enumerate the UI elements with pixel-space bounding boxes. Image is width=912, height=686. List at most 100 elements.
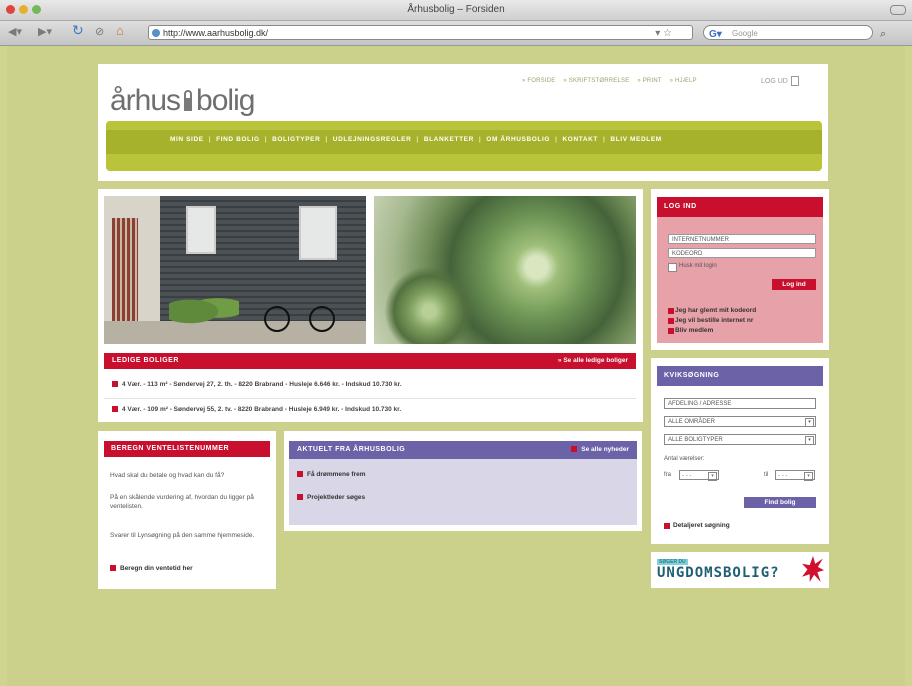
area-value: ALLE OMRÅDER xyxy=(668,419,716,425)
rooms-to-value: - - - xyxy=(778,473,788,479)
top-link-help[interactable]: » HJÆLP xyxy=(670,78,697,84)
logo-text-left: århus xyxy=(110,84,181,117)
bullet-icon xyxy=(112,381,118,388)
featured-section: LEDIGE BOLIGER » Se alle ledige boliger … xyxy=(98,189,643,422)
nav-rules[interactable]: UDLEJNINGSREGLER xyxy=(333,136,412,143)
see-all-news-link[interactable]: Se alle nyheder xyxy=(571,446,629,453)
find-home-button[interactable]: Find bolig xyxy=(744,497,816,508)
type-select[interactable]: ALLE BOLIGTYPER ▾ xyxy=(664,434,816,445)
top-link-home[interactable]: » FORSIDE xyxy=(522,78,555,84)
login-button[interactable]: Log ind xyxy=(772,279,816,290)
nav-forms[interactable]: BLANKETTER xyxy=(424,136,474,143)
url-bar[interactable]: http://www.aarhusbolig.dk/ ▾ ☆ xyxy=(148,25,693,40)
become-member-link[interactable]: Bliv medlem xyxy=(675,327,713,334)
listing-text: 4 Vær. - 109 m² - Søndervej 55, 2. tv. -… xyxy=(122,406,402,413)
bookmark-star-icon[interactable]: ▾ ☆ xyxy=(655,26,672,41)
area-select[interactable]: ALLE OMRÅDER ▾ xyxy=(664,416,816,427)
forgot-password-link[interactable]: Jeg har glemt mit kodeord xyxy=(675,307,756,314)
top-link-print[interactable]: » PRINT xyxy=(637,78,661,84)
address-field[interactable]: AFDELING / ADRESSE xyxy=(664,398,816,409)
globe-icon xyxy=(152,29,160,37)
logo-text-right: bolig xyxy=(196,84,255,117)
to-label: til xyxy=(764,472,769,478)
starburst-icon xyxy=(802,556,824,582)
logout-link[interactable]: LOG UD xyxy=(761,76,799,86)
news-header: AKTUELT FRA ÅRHUSBOLIG Se alle nyheder xyxy=(289,441,637,459)
rooms-to-select[interactable]: - - - ▾ xyxy=(775,470,815,481)
search-input[interactable]: G▾ Google xyxy=(703,25,873,40)
login-title: LOG IND xyxy=(664,203,697,210)
nav-contact[interactable]: KONTAKT xyxy=(563,136,599,143)
nav-my-page[interactable]: MIN SIDE xyxy=(170,136,204,143)
news-list: Få drømmene frem Projektleder søges xyxy=(289,459,637,525)
chevron-down-icon: ▾ xyxy=(804,472,813,481)
search-icon[interactable]: ⌕ xyxy=(880,28,886,41)
window-titlebar: Århusbolig – Forsiden xyxy=(0,0,912,21)
remember-checkbox[interactable] xyxy=(668,263,677,272)
top-link-fontsize[interactable]: » SKRIFTSTØRRELSE xyxy=(563,78,629,84)
bullet-icon xyxy=(297,494,303,501)
back-icon[interactable]: ◀▾ xyxy=(8,25,22,40)
bullet-icon xyxy=(571,446,578,453)
quick-search-box: KVIKSØGNING AFDELING / ADRESSE ALLE OMRÅ… xyxy=(651,358,829,544)
queue-title: BEREGN VENTELISTENUMMER xyxy=(111,445,230,452)
window-title: Århusbolig – Forsiden xyxy=(407,4,505,15)
username-field[interactable]: INTERNETNUMMER xyxy=(668,234,816,244)
login-form: INTERNETNUMMER KODEORD Husk mit login Lo… xyxy=(657,217,823,343)
queue-text-2: På en skålende vurdering af, hvordan du … xyxy=(110,494,254,510)
order-internet-link[interactable]: Jeg vil bestille internet nr xyxy=(675,317,753,324)
quick-search-title: KVIKSØGNING xyxy=(664,372,720,379)
queue-header: BEREGN VENTELISTENUMMER xyxy=(104,441,270,457)
vacant-listing[interactable]: 4 Vær. - 109 m² - Søndervej 55, 2. tv. -… xyxy=(112,406,401,413)
queue-text-1: Hvad skal du betale og hvad kan du få? xyxy=(110,472,225,479)
chevron-down-icon: ▾ xyxy=(805,418,814,427)
rooms-from-value: - - - xyxy=(682,473,692,479)
bullet-icon xyxy=(668,318,674,324)
bullet-icon xyxy=(110,565,116,572)
type-value: ALLE BOLIGTYPER xyxy=(668,437,723,443)
password-field[interactable]: KODEORD xyxy=(668,248,816,258)
news-item-label: Få drømmene frem xyxy=(307,471,366,478)
bullet-icon xyxy=(668,328,674,334)
queue-calculator-box: BEREGN VENTELISTENUMMER Hvad skal du bet… xyxy=(98,431,276,589)
site-logo[interactable]: århus bolig xyxy=(110,84,255,118)
site-header: århus bolig » FORSIDE » SKRIFTSTØRRELSE »… xyxy=(98,64,828,181)
detailed-search-link[interactable]: Detaljeret søgning xyxy=(673,522,730,529)
nav-about[interactable]: OM ÅRHUSBOLIG xyxy=(486,136,550,143)
youth-housing-banner[interactable]: SØGER DU UNGDOMSBOLIG? xyxy=(651,552,829,588)
rooms-label: Antal værelser: xyxy=(664,456,705,462)
divider xyxy=(104,398,636,399)
news-title: AKTUELT FRA ÅRHUSBOLIG xyxy=(297,446,406,453)
succulent-photo xyxy=(374,196,636,344)
nav-home-types[interactable]: BOLIGTYPER xyxy=(272,136,320,143)
calculate-wait-link[interactable]: Beregn din ventetid her xyxy=(110,565,193,572)
reload-icon[interactable]: ↻ xyxy=(72,23,84,38)
from-label: fra xyxy=(664,472,672,478)
stop-icon[interactable]: ⊘ xyxy=(95,25,104,40)
calculate-wait-label: Beregn din ventetid her xyxy=(120,565,193,572)
main-navigation: MIN SIDE | FIND BOLIG | BOLIGTYPER | UDLEJNING… xyxy=(106,121,822,171)
bullet-icon xyxy=(668,308,674,314)
see-all-vacant-link[interactable]: » Se alle ledige boliger xyxy=(558,357,628,364)
rooms-from-select[interactable]: - - - ▾ xyxy=(679,470,719,481)
vacant-listing[interactable]: 4 Vær. - 113 m² - Søndervej 27, 2. th. -… xyxy=(112,381,402,388)
vacant-homes-header: LEDIGE BOLIGER » Se alle ledige boliger xyxy=(104,353,636,369)
remember-label: Husk mit login xyxy=(679,263,717,269)
listing-text: 4 Vær. - 113 m² - Søndervej 27, 2. th. -… xyxy=(122,381,402,388)
queue-text-3: Svarer til Lynsøgning på den samme hjemm… xyxy=(110,532,255,539)
nav-become-member[interactable]: BLIV MEDLEM xyxy=(610,136,661,143)
home-icon[interactable]: ⌂ xyxy=(116,23,124,38)
forward-icon[interactable]: ▶▾ xyxy=(38,25,52,40)
toolbar-toggle-button[interactable] xyxy=(890,5,906,15)
news-box: AKTUELT FRA ÅRHUSBOLIG Se alle nyheder F… xyxy=(284,431,642,531)
news-item-label: Projektleder søges xyxy=(307,494,366,501)
news-item[interactable]: Projektleder søges xyxy=(297,494,365,501)
logout-label: LOG UD xyxy=(761,77,788,85)
login-header: LOG IND xyxy=(657,197,823,217)
news-item[interactable]: Få drømmene frem xyxy=(297,471,366,478)
bullet-icon xyxy=(664,523,670,529)
bullet-icon xyxy=(297,471,303,478)
top-links: » FORSIDE » SKRIFTSTØRRELSE » PRINT » HJ… xyxy=(522,78,703,84)
chevron-down-icon: ▾ xyxy=(708,472,717,481)
nav-find-home[interactable]: FIND BOLIG xyxy=(216,136,260,143)
